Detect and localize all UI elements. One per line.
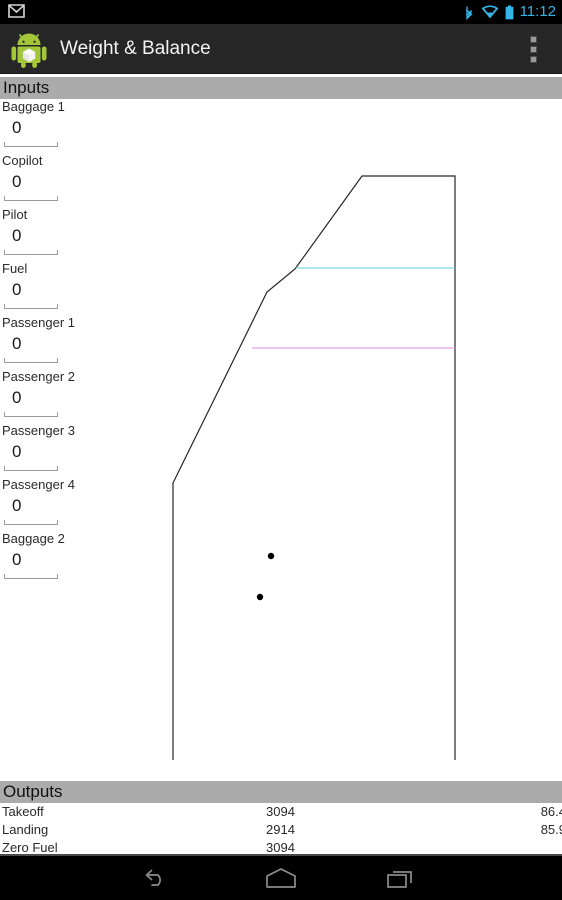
input-underline — [4, 466, 58, 471]
recents-icon — [387, 871, 412, 888]
number-input[interactable]: 0 — [0, 546, 150, 585]
output-row-label: Zero Fuel — [2, 840, 58, 855]
android-cube-icon — [11, 33, 47, 68]
number-input[interactable]: 0 — [0, 168, 150, 207]
recents-button[interactable] — [361, 856, 441, 900]
input-field-label: Passenger 3 — [2, 423, 75, 438]
input-underline — [4, 196, 58, 201]
status-bar-system-icons: 11:12 — [464, 0, 556, 24]
input-field-value: 0 — [12, 118, 22, 137]
number-input[interactable]: 0 — [0, 492, 150, 531]
output-row-weight: 3094 — [266, 840, 295, 855]
back-button[interactable] — [121, 856, 201, 900]
takeoff-cg-point — [267, 552, 275, 560]
number-input[interactable]: 0 — [0, 384, 150, 423]
output-row-weight: 3094 — [266, 804, 295, 819]
overflow-dot — [529, 35, 537, 43]
input-underline — [4, 142, 58, 147]
number-input[interactable]: 0 — [0, 222, 150, 261]
input-field-value: 0 — [12, 172, 22, 191]
battery-icon — [505, 4, 513, 19]
landing-cg-point — [256, 593, 264, 601]
input-field-baggage-2: Baggage 2 0 — [0, 531, 150, 585]
overflow-menu-icon[interactable] — [518, 24, 548, 74]
output-row-label: Landing — [2, 822, 49, 837]
number-input[interactable]: 0 — [0, 330, 150, 369]
input-field-label: Baggage 1 — [2, 99, 65, 114]
input-field-label: Passenger 4 — [2, 477, 75, 492]
home-button[interactable] — [241, 856, 321, 900]
android-screen: 11:12 Weight & Balance Inputs Baggage 1 … — [0, 0, 562, 900]
output-row-cg: 86.4 — [540, 804, 562, 819]
table-row: Takeoff 3094 86.4 — [0, 803, 562, 821]
status-bar: 11:12 — [0, 0, 562, 24]
input-field-value: 0 — [12, 550, 22, 569]
input-field-label: Baggage 2 — [2, 531, 65, 546]
navigation-bar — [0, 856, 562, 900]
output-row-cg: 85.9 — [540, 822, 562, 837]
input-underline — [4, 520, 58, 525]
input-field-value: 0 — [12, 496, 22, 515]
input-underline — [4, 304, 58, 309]
input-field-label: Copilot — [2, 153, 43, 168]
input-field-label: Passenger 1 — [2, 315, 75, 330]
input-field-label: Fuel — [2, 261, 28, 276]
home-icon — [266, 868, 296, 888]
input-field-value: 0 — [12, 226, 22, 245]
input-field-passenger-2: Passenger 2 0 — [0, 369, 150, 423]
input-field-value: 0 — [12, 334, 22, 353]
input-field-passenger-1: Passenger 1 0 — [0, 315, 150, 369]
number-input[interactable]: 0 — [0, 276, 150, 315]
back-arrow-icon — [145, 869, 161, 886]
inputs-section-header: Inputs — [0, 77, 562, 99]
input-field-copilot: Copilot 0 — [0, 153, 150, 207]
table-row: Landing 2914 85.9 — [0, 821, 562, 839]
overflow-dot — [529, 45, 537, 53]
input-underline — [4, 412, 58, 417]
gmail-notification-icon — [8, 4, 25, 18]
cg-envelope-boundary — [172, 175, 456, 760]
input-field-baggage-1: Baggage 1 0 — [0, 99, 150, 153]
input-field-value: 0 — [12, 280, 22, 299]
input-underline — [4, 574, 58, 579]
input-field-fuel: Fuel 0 — [0, 261, 150, 315]
output-row-label: Takeoff — [2, 804, 44, 819]
number-input[interactable]: 0 — [0, 114, 150, 153]
outputs-section-header: Outputs — [0, 781, 562, 803]
overflow-dot — [529, 55, 537, 63]
inputs-panel: Baggage 1 0 Copilot 0 Pilot 0 Fuel 0 Passenger 1… — [0, 99, 150, 585]
input-field-value: 0 — [12, 388, 22, 407]
input-field-label: Passenger 2 — [2, 369, 75, 384]
number-input[interactable]: 0 — [0, 438, 150, 477]
status-bar-clock: 11:12 — [519, 3, 556, 20]
wifi-icon — [481, 5, 498, 19]
input-field-label: Pilot — [2, 207, 28, 222]
page-title: Weight & Balance — [60, 38, 211, 59]
input-field-passenger-4: Passenger 4 0 — [0, 477, 150, 531]
input-field-pilot: Pilot 0 — [0, 207, 150, 261]
action-bar: Weight & Balance — [0, 24, 562, 74]
input-field-passenger-3: Passenger 3 0 — [0, 423, 150, 477]
output-row-weight: 2914 — [266, 822, 295, 837]
outputs-table: Takeoff 3094 86.4 Landing 2914 85.9 Zero Fuel 3… — [0, 803, 562, 856]
input-underline — [4, 358, 58, 363]
table-row: Zero Fuel 3094 — [0, 839, 562, 857]
input-field-value: 0 — [12, 442, 22, 461]
input-underline — [4, 250, 58, 255]
bluetooth-icon — [465, 6, 473, 20]
